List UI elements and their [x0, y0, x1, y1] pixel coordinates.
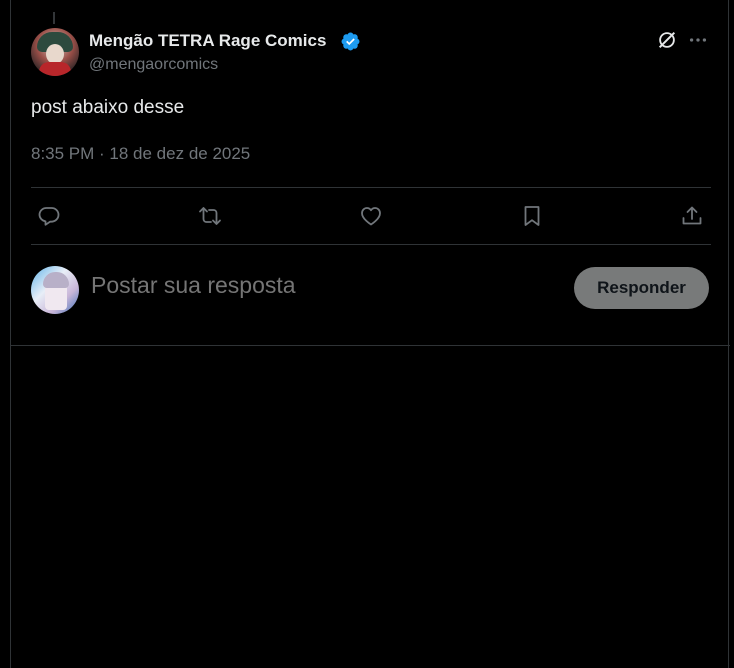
- thread-connector-line: [53, 12, 55, 24]
- post-text: post abaixo desse: [31, 97, 185, 118]
- reply-input[interactable]: [91, 272, 561, 299]
- current-user-avatar[interactable]: [31, 266, 79, 314]
- divider: [31, 244, 711, 245]
- share-icon[interactable]: [680, 204, 704, 228]
- like-icon[interactable]: [359, 204, 383, 228]
- retweet-icon[interactable]: [198, 204, 222, 228]
- post-detail-column: Mengão TETRA Rage Comics @mengaorcomics …: [10, 0, 730, 668]
- bookmark-icon[interactable]: [520, 204, 544, 228]
- verified-badge-icon[interactable]: [340, 31, 361, 52]
- author-avatar[interactable]: [31, 28, 79, 76]
- reply-icon[interactable]: [37, 204, 61, 228]
- more-icon[interactable]: [687, 29, 709, 51]
- author-display-name[interactable]: Mengão TETRA Rage Comics: [89, 31, 326, 51]
- divider: [11, 345, 730, 346]
- author-handle[interactable]: @mengaorcomics: [89, 56, 218, 74]
- grok-icon[interactable]: [656, 29, 678, 51]
- post-timestamp[interactable]: 8:35 PM · 18 de dez de 2025: [31, 144, 250, 164]
- reply-submit-button[interactable]: Responder: [574, 267, 709, 309]
- divider: [31, 187, 711, 188]
